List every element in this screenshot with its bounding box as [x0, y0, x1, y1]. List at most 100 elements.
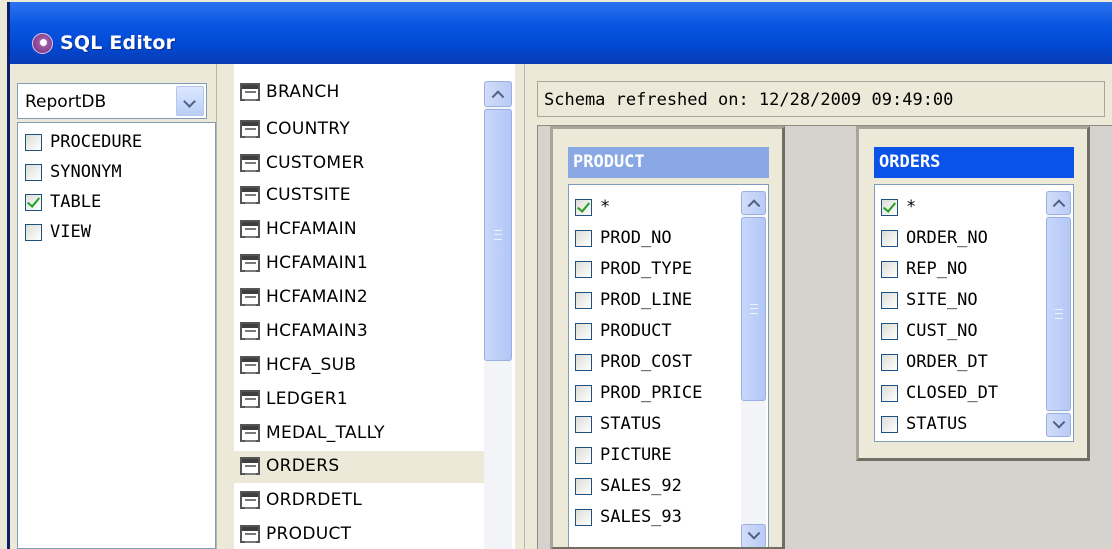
checkbox-icon[interactable]: [881, 384, 898, 402]
table-item-hcfamain[interactable]: HCFAMAIN: [234, 214, 484, 246]
column-label: REP_NO: [906, 259, 968, 279]
table-item-country[interactable]: COUNTRY: [234, 114, 484, 146]
table-item-hcfamain1[interactable]: HCFAMAIN1: [234, 248, 484, 280]
object-type-synonym[interactable]: SYNONYM: [25, 157, 122, 187]
table-item-label: HCFAMAIN1: [266, 253, 369, 273]
column-label: SITE_NO: [906, 290, 978, 310]
table-item-label: CUSTOMER: [266, 153, 365, 173]
table-item-medal-tally[interactable]: MEDAL_TALLY: [234, 418, 484, 450]
column-label: PROD_LINE: [600, 290, 693, 310]
scroll-up-button[interactable]: [1046, 191, 1071, 215]
entity-scrollbar[interactable]: [1046, 191, 1071, 437]
checkbox-icon[interactable]: [25, 133, 42, 151]
scroll-thumb[interactable]: [741, 217, 766, 401]
checkbox-icon[interactable]: [881, 415, 898, 433]
status-bar: Schema refreshed on: 12/28/2009 09:49:00: [537, 81, 1105, 117]
table-item-hcfa-sub[interactable]: HCFA_SUB: [234, 350, 484, 382]
table-list-scrollbar[interactable]: [484, 81, 512, 549]
scroll-thumb[interactable]: [1046, 217, 1071, 411]
column-status[interactable]: STATUS: [575, 409, 661, 439]
checkbox-icon[interactable]: [575, 198, 592, 216]
scroll-thumb[interactable]: [484, 109, 512, 361]
entity-scrollbar[interactable]: [741, 191, 766, 547]
table-item-custsite[interactable]: CUSTSITE: [234, 180, 484, 212]
column-order-no[interactable]: ORDER_NO: [881, 223, 988, 253]
column-prod-type[interactable]: PROD_TYPE: [575, 254, 692, 284]
checkbox-icon[interactable]: [575, 322, 592, 340]
checkbox-icon[interactable]: [881, 291, 898, 309]
diagram-canvas[interactable]: PRODUCT * PROD_NO PROD_TYPE PROD_LINE PR…: [537, 125, 1112, 549]
column-order-dt[interactable]: ORDER_DT: [881, 347, 988, 377]
table-item-hcfamain3[interactable]: HCFAMAIN3: [234, 316, 484, 348]
column-star[interactable]: *: [575, 192, 610, 222]
column-status[interactable]: STATUS: [881, 409, 967, 439]
table-item-customer[interactable]: CUSTOMER: [234, 148, 484, 180]
table-item-ledger1[interactable]: LEDGER1: [234, 384, 484, 416]
table-item-orders[interactable]: ORDERS: [234, 451, 484, 483]
checkbox-icon[interactable]: [881, 322, 898, 340]
column-label: ORDER_NO: [906, 228, 988, 248]
entity-title[interactable]: ORDERS: [874, 147, 1074, 178]
column-label: SALES_92: [600, 476, 682, 496]
checkbox-icon[interactable]: [575, 291, 592, 309]
column-site-no[interactable]: SITE_NO: [881, 285, 978, 315]
object-type-label: TABLE: [50, 192, 102, 212]
column-prod-cost[interactable]: PROD_COST: [575, 347, 692, 377]
object-type-label: PROCEDURE: [50, 132, 143, 152]
checkbox-icon[interactable]: [881, 198, 898, 216]
entity-orders[interactable]: ORDERS * ORDER_NO REP_NO SITE_NO CUST_NO…: [856, 126, 1090, 461]
column-prod-price[interactable]: PROD_PRICE: [575, 378, 702, 408]
column-star[interactable]: *: [881, 192, 916, 222]
checkbox-icon[interactable]: [575, 446, 592, 464]
column-rep-no[interactable]: REP_NO: [881, 254, 967, 284]
schema-status-text: Schema refreshed on: 12/28/2009 09:49:00: [544, 90, 954, 110]
chevron-down-icon[interactable]: [176, 86, 204, 116]
column-closed-dt[interactable]: CLOSED_DT: [881, 378, 998, 408]
column-picture[interactable]: PICTURE: [575, 440, 672, 470]
column-sales-92[interactable]: SALES_92: [575, 471, 682, 501]
checkbox-icon[interactable]: [575, 229, 592, 247]
checkbox-icon[interactable]: [575, 260, 592, 278]
column-label: PICTURE: [600, 445, 672, 465]
column-prod-line[interactable]: PROD_LINE: [575, 285, 692, 315]
object-type-view[interactable]: VIEW: [25, 217, 91, 247]
object-type-procedure[interactable]: PROCEDURE: [25, 127, 142, 157]
table-icon: [240, 525, 260, 543]
database-select[interactable]: ReportDB: [17, 83, 207, 119]
scroll-down-button[interactable]: [1046, 413, 1071, 437]
table-item-hcfamain2[interactable]: HCFAMAIN2: [234, 282, 484, 314]
checkbox-icon[interactable]: [25, 193, 42, 211]
table-item-label: BRANCH: [266, 82, 340, 102]
checkbox-icon[interactable]: [881, 229, 898, 247]
checkbox-icon[interactable]: [575, 508, 592, 526]
table-item-label: ORDRDETL: [266, 490, 363, 510]
checkbox-icon[interactable]: [575, 415, 592, 433]
table-icon: [240, 424, 260, 442]
checkbox-icon[interactable]: [575, 477, 592, 495]
column-label: *: [600, 197, 611, 217]
column-cust-no[interactable]: CUST_NO: [881, 316, 978, 346]
title-bar[interactable]: SQL Editor: [10, 2, 1112, 64]
table-item-branch[interactable]: BRANCH: [234, 77, 484, 109]
entity-title[interactable]: PRODUCT: [568, 147, 769, 178]
checkbox-icon[interactable]: [25, 223, 42, 241]
object-type-label: VIEW: [50, 222, 91, 242]
checkbox-icon[interactable]: [881, 260, 898, 278]
scroll-down-button[interactable]: [741, 524, 766, 547]
checkbox-icon[interactable]: [575, 384, 592, 402]
table-item-label: HCFA_SUB: [266, 355, 357, 375]
column-prod-no[interactable]: PROD_NO: [575, 223, 672, 253]
table-item-ordrdetl[interactable]: ORDRDETL: [234, 485, 484, 517]
checkbox-icon[interactable]: [881, 353, 898, 371]
checkbox-icon[interactable]: [25, 163, 42, 181]
object-type-table[interactable]: TABLE: [25, 187, 101, 217]
query-designer: Schema refreshed on: 12/28/2009 09:49:00…: [524, 64, 1112, 549]
table-item-product[interactable]: PRODUCT: [234, 519, 484, 549]
scroll-up-button[interactable]: [484, 81, 512, 107]
column-product[interactable]: PRODUCT: [575, 316, 672, 346]
column-sales-93[interactable]: SALES_93: [575, 502, 682, 532]
entity-product[interactable]: PRODUCT * PROD_NO PROD_TYPE PROD_LINE PR…: [550, 126, 785, 549]
table-icon: [240, 154, 260, 172]
checkbox-icon[interactable]: [575, 353, 592, 371]
scroll-up-button[interactable]: [741, 191, 766, 215]
